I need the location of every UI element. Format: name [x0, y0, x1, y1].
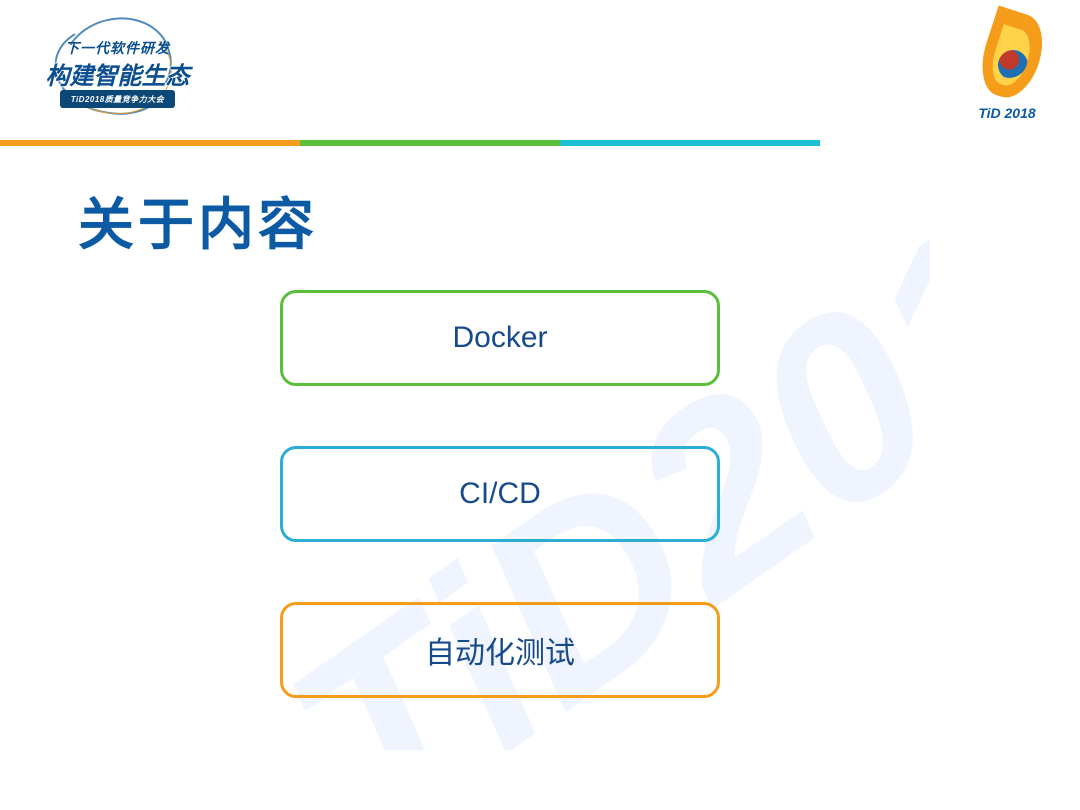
logo-band-text: TiD2018质量竞争力大会	[71, 94, 165, 105]
page-title: 关于内容	[78, 180, 318, 261]
topic-box-docker: Docker	[280, 290, 720, 386]
logo-band: TiD2018质量竞争力大会	[60, 90, 175, 108]
topic-box-label: 自动化测试	[425, 628, 575, 672]
topic-boxes: Docker CI/CD 自动化测试	[280, 290, 720, 698]
logo-line2: 构建智能生态	[30, 56, 205, 91]
conference-logo-left: 下一代软件研发 构建智能生态 TiD2018质量竞争力大会	[30, 12, 205, 127]
topic-box-autotest: 自动化测试	[280, 602, 720, 698]
slide: 下一代软件研发 构建智能生态 TiD2018质量竞争力大会 TiD 2018 T…	[0, 0, 1080, 810]
accent-stripe	[0, 140, 1080, 146]
topic-box-cicd: CI/CD	[280, 446, 720, 542]
logo-right-label: TiD 2018	[962, 105, 1052, 121]
conference-logo-right: TiD 2018	[962, 12, 1052, 127]
topic-box-label: CI/CD	[459, 477, 541, 511]
logo-line1: 下一代软件研发	[30, 38, 205, 58]
flame-icon	[972, 12, 1042, 100]
topic-box-label: Docker	[452, 321, 547, 355]
